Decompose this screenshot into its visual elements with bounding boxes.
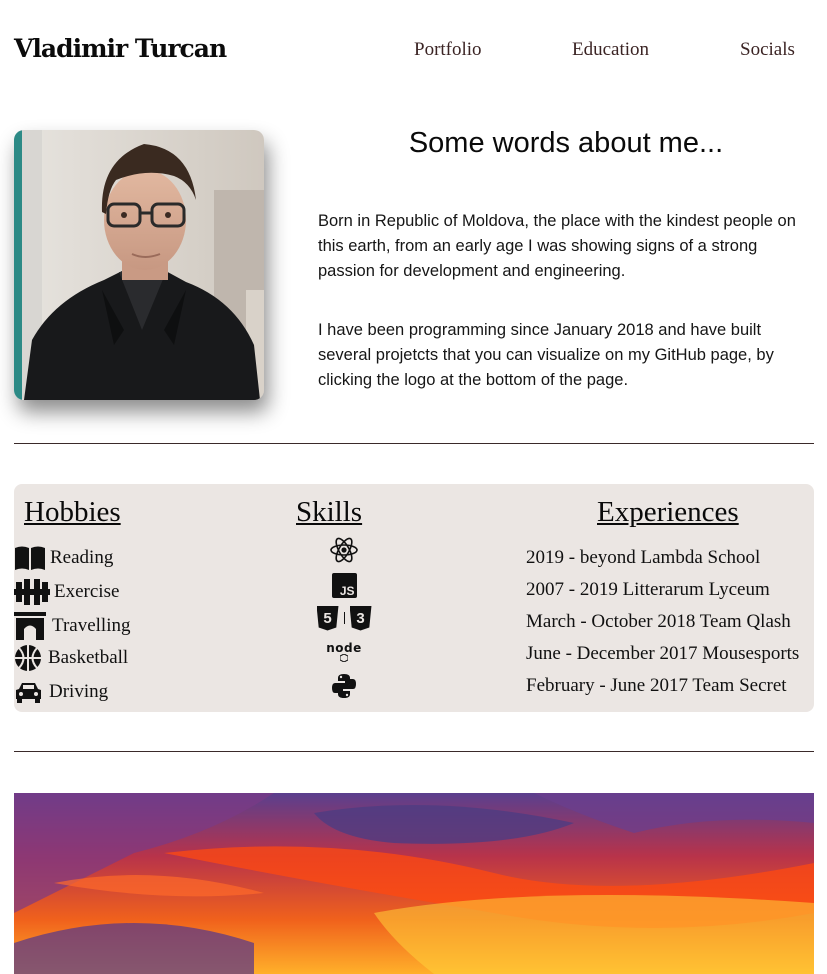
divider [14,751,814,752]
python-icon [310,672,378,700]
hobby-label: Reading [50,547,114,568]
html5-css3-icon: 5 3 [310,604,378,632]
car-icon [14,678,47,706]
basketball-icon [14,644,46,672]
archway-icon [14,612,50,640]
javascript-icon: JS [310,571,378,599]
experiences-title: Experiences [597,496,739,528]
js-label: JS [339,583,355,598]
divider [14,443,814,444]
profile-photo [14,130,264,400]
book-icon [14,544,48,572]
hobby-item: Travelling [14,612,130,640]
html5-label: 5 [323,609,332,627]
hobby-item: Driving [14,678,108,706]
nav-portfolio[interactable]: Portfolio [414,39,482,61]
info-panel: Hobbies Reading Exercise Travelling Bask… [14,484,814,712]
hobby-item: Exercise [14,578,119,606]
hobbies-title: Hobbies [24,496,121,528]
hobby-item: Reading [14,544,113,572]
about-title: Some words about me... [408,127,724,159]
nav-education[interactable]: Education [572,39,649,61]
react-icon [310,536,378,564]
hobby-item: Basketball [14,644,128,672]
experience-item: March - October 2018 Team Qlash [526,611,791,632]
dumbbell-icon [14,578,52,606]
skills-title: Skills [296,496,363,528]
site-header: Vladimir Turcan Portfolio Education Soci… [14,30,814,74]
sunset-banner-image [14,793,814,974]
experience-item: February - June 2017 Team Secret [526,675,787,696]
css3-label: 3 [356,609,365,627]
hobby-label: Exercise [54,581,120,602]
about-paragraph: Born in Republic of Moldova, the place w… [318,212,796,280]
experience-item: June - December 2017 Mousesports [526,643,800,664]
hobby-label: Travelling [52,615,131,636]
nav-socials[interactable]: Socials [740,39,795,61]
brand-name[interactable]: Vladimir Turcan [14,34,227,63]
hobby-label: Basketball [48,647,129,668]
experience-item: 2019 - beyond Lambda School [526,547,761,568]
about-paragraph: I have been programming since January 20… [318,321,774,389]
nodejs-icon: node [310,638,378,666]
experience-item: 2007 - 2019 Litterarum Lyceum [526,579,770,600]
hobby-label: Driving [49,681,109,702]
node-label: node [326,641,362,655]
